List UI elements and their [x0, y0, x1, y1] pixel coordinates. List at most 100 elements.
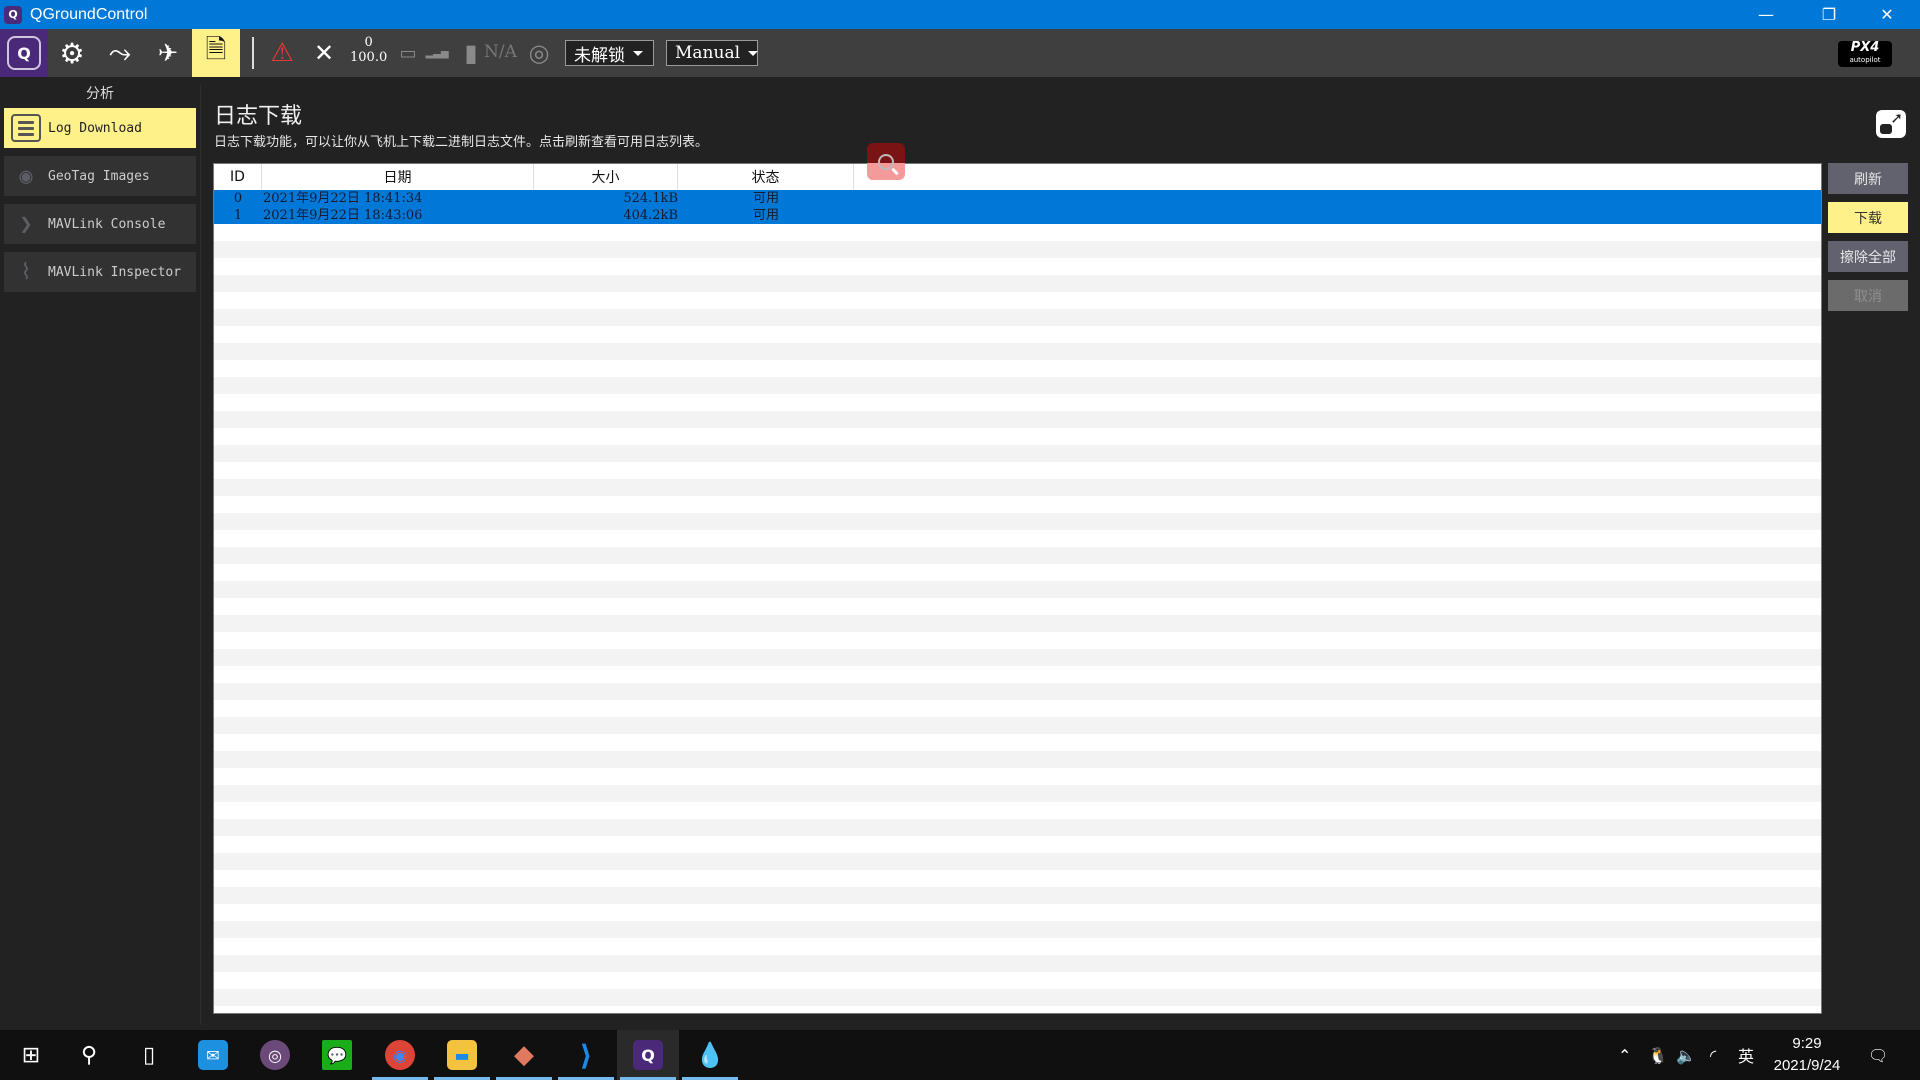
close-icon: ✕ [1880, 5, 1894, 24]
window-titlebar: Q QGroundControl — ❐ ✕ [0, 0, 1920, 29]
clock-date: 2021/9/24 [1773, 1057, 1841, 1074]
arm-status-dropdown[interactable]: 未解锁 [565, 40, 654, 66]
toolbar-separator [252, 37, 254, 69]
minimize-icon: — [1758, 5, 1774, 24]
cell-id: 1 [233, 208, 243, 223]
cell-date: 2021年9月22日 18:43:06 [263, 208, 423, 223]
action-center-button[interactable]: 🗨 [1868, 1030, 1888, 1080]
qgc-home-button[interactable]: Q [0, 29, 48, 77]
taskbar-app-qgroundcontrol[interactable]: Q [617, 1030, 679, 1080]
column-header-size[interactable]: 大小 [534, 164, 678, 190]
plan-flight-button[interactable]: ⤳ [96, 29, 144, 77]
gps-hdop: 100.0 [350, 50, 388, 65]
main-toolbar: Q ⚙ ⤳ ✈ 🗎 ⚠ ✕ 0 100.0 ▭ ▂▃▅ ▮ N/A ◎ 未解锁 … [0, 29, 1920, 77]
analyze-button[interactable]: 🗎 [192, 29, 240, 77]
clock-time: 9:29 [1792, 1035, 1822, 1052]
gps-lock-indicator[interactable]: ◎ [524, 29, 554, 77]
empty-row-stripes [214, 224, 1821, 1013]
search-overlay-button[interactable] [867, 143, 905, 180]
show-hidden-icons-button[interactable]: ⌃ [1618, 1030, 1631, 1080]
chart-search-icon: ⌇ [20, 259, 32, 285]
taskbar-app-file-explorer[interactable]: ▬ [431, 1030, 493, 1080]
qgc-icon: Q [633, 1040, 663, 1070]
rc-transmitter-icon: ▭ [399, 42, 417, 64]
table-row[interactable]: 1 2021年9月22日 18:43:06 404.2kB 可用 [214, 207, 1821, 224]
column-header-status[interactable]: 状态 [678, 164, 854, 190]
taskbar-app-paint[interactable]: 💧 [679, 1030, 741, 1080]
column-header-date[interactable]: 日期 [262, 164, 534, 190]
column-header-id[interactable]: ID [214, 164, 262, 190]
erase-all-button[interactable]: 擦除全部 [1828, 241, 1908, 272]
sidebar-item-mavlink-console[interactable]: ❯ MAVLink Console [4, 204, 196, 244]
chevron-up-icon: ⌃ [1618, 1045, 1632, 1065]
sidebar-item-label: MAVLink Console [48, 216, 166, 232]
tray-input-method[interactable]: 英 [1738, 1030, 1754, 1080]
page-title: 日志下载 [214, 104, 303, 129]
vscode-icon: ⟩ [579, 1038, 593, 1072]
qq-icon: 🐧 [1648, 1045, 1668, 1065]
paint-drop-icon: 💧 [695, 1041, 725, 1069]
tray-network[interactable]: ◜ [1710, 1030, 1716, 1080]
download-button[interactable]: 下载 [1828, 202, 1908, 233]
window-title: QGroundControl [30, 5, 148, 23]
gears-icon: ⚙ [59, 36, 85, 70]
minimize-button[interactable]: — [1737, 0, 1795, 29]
taskbar-app-music[interactable]: ◎ [244, 1030, 306, 1080]
sidebar-item-log-download[interactable]: Log Download [4, 108, 196, 148]
refresh-button[interactable]: 刷新 [1828, 163, 1908, 194]
restore-button[interactable]: ❐ [1800, 0, 1858, 29]
table-body: 0 2021年9月22日 18:41:34 524.1kB 可用 1 2021年… [214, 190, 1821, 224]
sidebar-divider [200, 85, 201, 1025]
qgc-logo-icon: Q [7, 36, 41, 70]
map-pin-icon: ◉ [19, 163, 33, 189]
task-view-button[interactable]: ▯ [118, 1030, 180, 1080]
taskbar-app-chrome[interactable]: ◉ [369, 1030, 431, 1080]
sidebar-item-geotag-images[interactable]: ◉ GeoTag Images [4, 156, 196, 196]
close-button[interactable]: ✕ [1858, 0, 1916, 29]
flight-mode-value: Manual [675, 43, 741, 63]
wifi-icon: ◜ [1710, 1045, 1717, 1065]
rc-signal-indicator[interactable]: ▂▃▅ [425, 29, 448, 77]
cancel-button[interactable]: 取消 [1828, 280, 1908, 311]
px4-logo: PX4 autopilot [1838, 41, 1892, 67]
sidebar-item-mavlink-inspector[interactable]: ⌇ MAVLink Inspector [4, 252, 196, 292]
tray-volume[interactable]: 🔈 [1676, 1030, 1696, 1080]
log-table[interactable]: ID 日期 大小 状态 0 2021年9月22日 18:41:34 524.1k… [213, 163, 1822, 1014]
messages-indicator[interactable]: ⚠ [266, 29, 298, 77]
chevron-down-icon [633, 50, 643, 56]
taskbar-app-wechat[interactable]: 💬 [306, 1030, 368, 1080]
task-view-icon: ▯ [142, 1042, 156, 1068]
gps-indicator[interactable]: ✕ [306, 29, 342, 77]
popout-window-button[interactable] [1876, 109, 1906, 138]
restore-icon: ❐ [1821, 5, 1837, 24]
sidebar-item-label: Log Download [48, 120, 142, 136]
search-button[interactable]: ⚲ [58, 1030, 120, 1080]
tray-qq[interactable]: 🐧 [1648, 1030, 1668, 1080]
battery-indicator[interactable]: ▮ [460, 29, 482, 77]
document-search-icon: 🗎 [205, 35, 227, 65]
taskbar-app-vscode[interactable]: ⟩ [555, 1030, 617, 1080]
taskbar-app-mail[interactable]: ✉ [182, 1030, 244, 1080]
battery-value: N/A [484, 42, 517, 62]
taskbar-app-git-client[interactable]: ◆ [493, 1030, 555, 1080]
analyze-sidebar: 分析 Log Download ◉ GeoTag Images ❯ MAVLin… [0, 77, 200, 1025]
column-header-spacer [854, 164, 1821, 190]
chevron-right-icon: ❯ [19, 211, 33, 237]
rc-indicator[interactable]: ▭ [396, 29, 420, 77]
git-client-icon: ◆ [514, 1040, 534, 1070]
tray-clock[interactable]: 9:29 2021/9/24 [1766, 1033, 1848, 1077]
sidebar-heading: 分析 [86, 86, 114, 102]
route-icon: ⤳ [108, 36, 132, 69]
list-icon [4, 108, 48, 148]
start-button[interactable]: ⊞ [0, 1030, 62, 1080]
cell-status: 可用 [752, 208, 779, 223]
flight-mode-dropdown[interactable]: Manual [666, 40, 759, 66]
page-description: 日志下载功能，可以让你从飞机上下载二进制日志文件。点击刷新查看可用日志列表。 [214, 135, 709, 150]
qgc-app-icon: Q [4, 5, 22, 24]
vehicle-setup-button[interactable]: ⚙ [48, 29, 96, 77]
table-header: ID 日期 大小 状态 [214, 164, 1821, 190]
table-row[interactable]: 0 2021年9月22日 18:41:34 524.1kB 可用 [214, 190, 1821, 207]
fly-button[interactable]: ✈ [144, 29, 192, 77]
satellite-icon: ✕ [313, 39, 335, 67]
gps-satellite-count: 0 [364, 35, 373, 50]
